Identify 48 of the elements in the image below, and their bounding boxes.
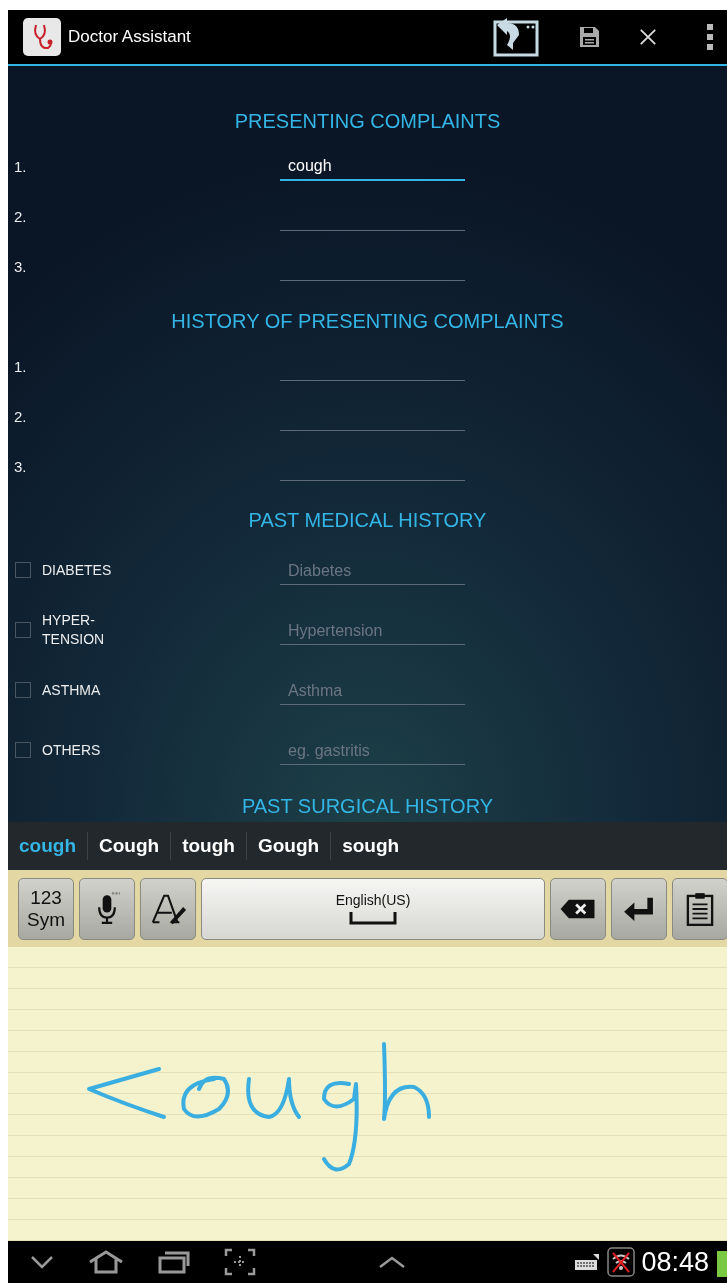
row-number: 3. (14, 457, 27, 475)
row-number: 2. (14, 407, 27, 425)
stethoscope-app-icon (22, 17, 62, 57)
wifi-off-icon (607, 1247, 636, 1277)
checkbox[interactable] (15, 682, 31, 698)
handwriting-key[interactable] (140, 877, 196, 940)
close-icon[interactable] (639, 28, 657, 46)
condition-label: ASTHMA (42, 680, 101, 700)
section-heading: PRESENTING COMPLAINTS (233, 109, 502, 134)
row-number: 3. (14, 257, 27, 275)
recent-apps-icon[interactable] (158, 1250, 190, 1274)
row-number: 2. (14, 207, 27, 225)
keyboard-icon (575, 1254, 600, 1270)
enter-key[interactable] (611, 877, 667, 940)
enter-arrow-icon (623, 895, 655, 922)
mic-key[interactable] (79, 877, 135, 940)
overflow-menu-icon[interactable] (707, 24, 713, 50)
status-time: 08:48 (641, 1246, 709, 1278)
app-title: Doctor Assistant (68, 27, 191, 47)
home-icon[interactable] (88, 1250, 124, 1274)
save-icon[interactable] (577, 25, 601, 49)
clipboard-key[interactable] (672, 877, 727, 940)
symbols-key[interactable]: 123 Sym (18, 877, 74, 940)
chevron-down-icon[interactable] (30, 1255, 54, 1269)
space-key[interactable]: English(US) (201, 877, 545, 940)
word-suggestion[interactable]: Gough (256, 835, 321, 857)
backspace-icon (559, 897, 597, 920)
checkbox[interactable] (15, 562, 31, 578)
section-heading: HISTORY OF PRESENTING COMPLAINTS (170, 309, 565, 334)
backspace-key[interactable] (550, 877, 606, 940)
row-number: 1. (14, 357, 27, 375)
condition-label: HYPER- TENSION (42, 611, 105, 649)
checkbox[interactable] (15, 742, 31, 758)
section-heading: PAST SURGICAL HISTORY (240, 794, 495, 819)
word-suggestion[interactable]: tough (181, 835, 236, 857)
word-suggestion[interactable]: Cough (98, 835, 161, 857)
screenshot-icon[interactable] (224, 1248, 256, 1276)
text-field[interactable]: cough (280, 151, 465, 181)
row-number: 1. (14, 157, 27, 175)
checkbox[interactable] (15, 622, 31, 638)
section-heading: PAST MEDICAL HISTORY (247, 508, 488, 533)
chevron-up-icon[interactable] (378, 1255, 406, 1269)
space-bar-icon (349, 911, 397, 926)
condition-label: DIABETES (42, 560, 112, 580)
word-suggestion[interactable]: cough (18, 835, 77, 857)
clipboard-icon (686, 891, 714, 926)
word-suggestion[interactable]: sough (341, 835, 401, 857)
condition-label: OTHERS (42, 740, 101, 760)
